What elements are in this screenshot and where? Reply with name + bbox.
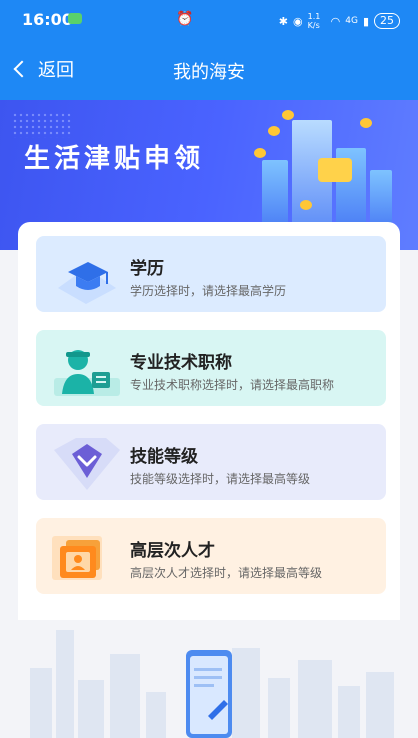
graduation-cap-icon [58,262,116,304]
option-description: 技能等级选择时，请选择最高等级 [130,472,311,486]
battery-indicator: 25 [374,13,400,29]
option-card-professional-title[interactable]: 专业技术职称 专业技术职称选择时，请选择最高职称 [36,330,386,406]
banner-title: 生活津贴申领 [24,144,205,174]
status-time: 16:00 [22,10,73,29]
option-card-skill-level[interactable]: 技能等级 技能等级选择时，请选择最高等级 [36,424,386,500]
wechat-notification-icon [68,13,82,24]
phone-document-icon [186,650,232,738]
option-title: 专业技术职称 [130,353,232,373]
bluetooth-icon: ✱ [278,14,289,28]
page-title: 我的海安 [173,62,245,83]
network-speed: 1.1 K/s [307,12,321,30]
option-description: 专业技术职称选择时，请选择最高职称 [130,378,335,392]
option-card-education[interactable]: 学历 学历选择时，请选择最高学历 [36,236,386,312]
option-description: 学历选择时，请选择最高学历 [130,284,287,298]
diamond-chevron-icon [54,438,120,490]
option-title: 技能等级 [130,447,198,467]
certificate-icon [52,536,102,580]
nav-bar: 返回 我的海安 [0,42,418,100]
status-indicators: ✱ ◉ 1.1 K/s ◠ 4G ▮ 25 [279,12,400,30]
wifi-icon: ◠ [330,14,341,28]
alarm-icon: ⏰ [176,11,194,27]
status-bar: 16:00 ⏰ ✱ ◉ 1.1 K/s ◠ 4G ▮ 25 [0,0,418,42]
signal-label: 4G [345,16,358,26]
option-title: 高层次人才 [130,541,215,561]
location-icon: ◉ [293,14,303,28]
banner-dot-pattern [12,112,72,138]
options-panel: 学历 学历选择时，请选择最高学历 专业技术职称 专业技术职称选择时，请选择最高职… [18,222,400,642]
option-card-high-level-talent[interactable]: 高层次人才 高层次人才选择时，请选择最高等级 [36,518,386,594]
city-illustration [0,620,418,738]
signal-icon: ▮ [362,14,369,28]
option-title: 学历 [130,259,164,279]
option-description: 高层次人才选择时，请选择最高等级 [130,566,323,580]
professional-worker-icon [54,350,120,396]
